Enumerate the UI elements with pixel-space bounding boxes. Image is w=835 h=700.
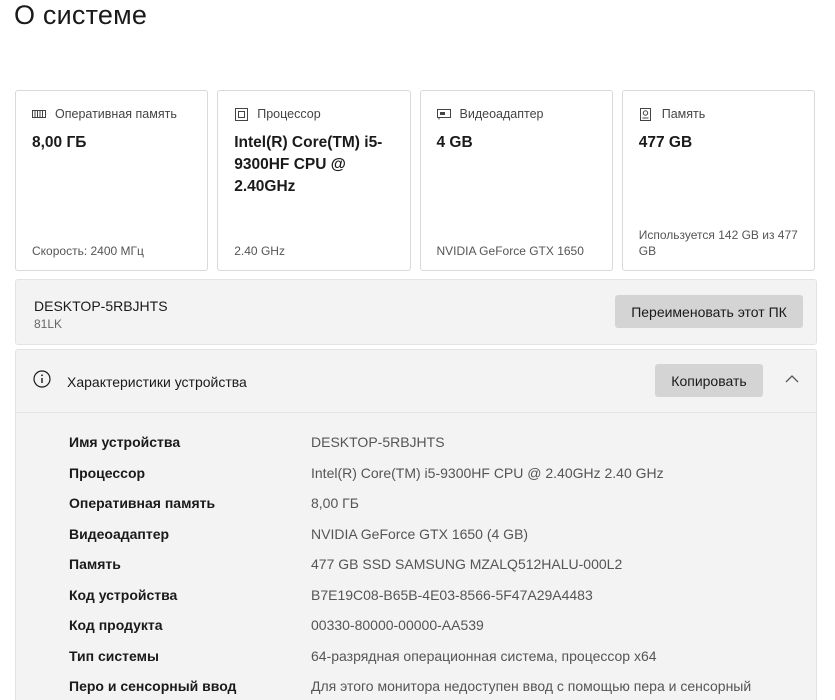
spec-row: Код устройства B7E19C08-B65B-4E03-8566-5F… <box>69 587 809 618</box>
card-footer: NVIDIA GeForce GTX 1650 <box>436 244 584 258</box>
spec-row: Перо и сенсорный ввод Для этого монитора … <box>69 678 809 700</box>
card-value: 8,00 ГБ <box>32 134 87 151</box>
spec-key: Тип системы <box>69 647 159 664</box>
spec-key: Имя устройства <box>69 434 181 450</box>
card-footer: Используется 142 GB из 477 GB <box>638 228 798 258</box>
summary-cards: Оперативная память 8,00 ГБ Скорость: 240… <box>15 90 815 271</box>
spec-value: B7E19C08-B65B-4E03-8566-5F47A29A4483 <box>311 586 593 603</box>
device-name-bar: DESKTOP-5RBJHTS 81LK Переименовать этот … <box>15 279 817 345</box>
copy-button[interactable]: Копировать <box>655 364 763 397</box>
card-footer: Скорость: 2400 МГц <box>32 244 144 258</box>
card-ram: Оперативная память 8,00 ГБ Скорость: 240… <box>15 90 209 271</box>
spec-value: Для этого монитора недоступен ввод с пом… <box>311 678 752 694</box>
card-label: Видеоадаптер <box>459 107 544 121</box>
spec-row: Код продукта 00330-80000-00000-AA539 <box>69 617 809 648</box>
card-value: Intel(R) Core(TM) i5-9300HF CPU @ 2.40GH… <box>234 134 383 195</box>
spec-key: Видеоадаптер <box>69 525 170 542</box>
spec-key: Перо и сенсорный ввод <box>69 678 237 694</box>
spec-key: Код продукта <box>69 617 163 633</box>
spec-value: 00330-80000-00000-AA539 <box>311 617 484 633</box>
spec-key: Оперативная память <box>69 495 216 511</box>
spec-key: Память <box>69 556 121 572</box>
card-label: Процессор <box>257 107 321 121</box>
spec-row: Тип системы 64-разрядная операционная сис… <box>69 648 809 679</box>
processor-icon <box>234 107 248 121</box>
device-model: 81LK <box>34 317 63 331</box>
info-icon <box>33 370 51 388</box>
card-storage: Память 477 GB Используется 142 GB из 477… <box>621 90 815 271</box>
spec-row: Видеоадаптер NVIDIA GeForce GTX 1650 (4 G… <box>69 526 809 557</box>
card-label: Оперативная память <box>55 107 177 121</box>
spec-key: Процессор <box>69 464 146 481</box>
chevron-up-icon[interactable] <box>784 372 800 384</box>
spec-value: NVIDIA GeForce GTX 1650 (4 GB) <box>311 525 529 542</box>
card-label: Память <box>661 107 706 121</box>
card-value: 4 GB <box>436 134 473 151</box>
spec-value: DESKTOP-5RBJHTS <box>311 434 445 450</box>
storage-icon <box>639 107 653 121</box>
divider <box>16 412 816 413</box>
spec-list: Имя устройства DESKTOP-5RBJHTS Процессор I… <box>69 434 809 700</box>
device-name: DESKTOP-5RBJHTS <box>34 298 168 314</box>
spec-row: Память 477 GB SSD SAMSUNG MZALQ512HALU-00… <box>69 556 809 587</box>
card-value: 477 GB <box>638 134 693 151</box>
card-processor: Процессор Intel(R) Core(TM) i5-9300HF CP… <box>217 90 411 271</box>
page-title: О системе <box>14 0 148 30</box>
spec-row: Оперативная память 8,00 ГБ <box>69 495 809 526</box>
spec-key: Код устройства <box>69 586 178 603</box>
device-specs-header[interactable]: Характеристики устройства Копировать <box>16 350 816 412</box>
ram-icon <box>32 107 46 121</box>
gpu-icon <box>436 107 451 121</box>
spec-value: Intel(R) Core(TM) i5-9300HF CPU @ 2.40GH… <box>311 464 664 481</box>
spec-row: Имя устройства DESKTOP-5RBJHTS <box>69 434 809 465</box>
spec-value: 477 GB SSD SAMSUNG MZALQ512HALU-000L2 <box>311 556 623 572</box>
card-gpu: Видеоадаптер 4 GB NVIDIA GeForce GTX 165… <box>419 90 613 271</box>
device-specs-title: Характеристики устройства <box>67 374 247 390</box>
spec-value: 64-разрядная операционная система, проце… <box>311 647 657 664</box>
device-specs-panel: Характеристики устройства Копировать Имя… <box>15 349 817 700</box>
spec-value: 8,00 ГБ <box>311 495 359 511</box>
card-footer: 2.40 GHz <box>234 244 285 258</box>
spec-row: Процессор Intel(R) Core(TM) i5-9300HF CPU… <box>69 465 809 496</box>
rename-pc-button[interactable]: Переименовать этот ПК <box>615 295 803 328</box>
